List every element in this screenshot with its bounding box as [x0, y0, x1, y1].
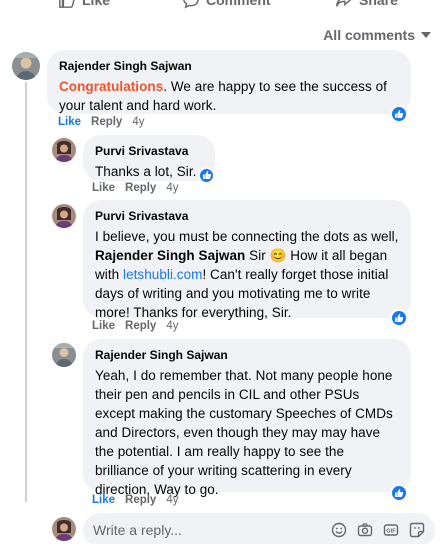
avatar[interactable]: [52, 138, 76, 162]
comment-text: I believe, you must be connecting the do…: [95, 227, 399, 322]
comment-action[interactable]: Comment: [182, 0, 271, 9]
like-button[interactable]: Like: [92, 494, 115, 506]
like-thumb-icon: [202, 171, 212, 179]
avatar[interactable]: [52, 204, 76, 228]
comment-actions: Like Reply 4y: [92, 494, 179, 506]
comment-filter-label: All comments: [323, 27, 415, 43]
thread-line: [25, 82, 27, 502]
chevron-down-icon: [421, 32, 431, 38]
comment-bubble: Rajender Singh Sajwan Congratulations. W…: [47, 50, 411, 114]
like-reaction-badge[interactable]: [390, 484, 408, 502]
comment-text: Thanks a lot, Sir.: [95, 162, 216, 184]
avatar[interactable]: [52, 343, 76, 367]
comment-bubble: Purvi Srivastava Thanks a lot, Sir.: [83, 135, 216, 184]
comment-text: Congratulations. We are happy to see the…: [59, 77, 399, 115]
comment-author[interactable]: Purvi Srivastava: [95, 143, 203, 159]
comment-author[interactable]: Rajender Singh Sajwan: [59, 58, 399, 74]
like-action[interactable]: Like: [58, 0, 110, 9]
comment-action-label: Comment: [206, 0, 271, 8]
comment-actions: Like Reply 4y: [92, 182, 179, 194]
avatar[interactable]: [12, 52, 40, 80]
website-link[interactable]: letshubli.com: [123, 267, 202, 282]
sticker-icon[interactable]: [408, 522, 425, 539]
comment-age[interactable]: 4y: [166, 320, 178, 332]
comment-icon: [183, 0, 199, 9]
comment-text-part: Sir: [245, 248, 270, 263]
avatar: [52, 517, 76, 541]
avatar-purvi-icon: [52, 138, 76, 162]
like-action-label: Like: [82, 0, 111, 8]
svg-text:GIF: GIF: [386, 529, 396, 535]
share-icon: [336, 0, 352, 7]
like-button[interactable]: Like: [58, 116, 81, 128]
like-button[interactable]: Like: [92, 182, 115, 194]
reply-button[interactable]: Reply: [125, 182, 156, 194]
mention-link[interactable]: Rajender Singh Sajwan: [95, 248, 245, 263]
comment-author[interactable]: Purvi Srivastava: [95, 208, 399, 224]
comment-filter-dropdown[interactable]: All comments: [323, 27, 431, 43]
comment-bubble: Purvi Srivastava I believe, you must be …: [83, 200, 411, 320]
like-button[interactable]: Like: [92, 320, 115, 332]
reply-button[interactable]: Reply: [91, 116, 122, 128]
comment-text-part: I believe, you must be connecting the do…: [95, 229, 399, 244]
like-reaction-badge[interactable]: [198, 166, 216, 184]
avatar-purvi-icon: [52, 517, 76, 541]
like-thumb-icon: [395, 110, 404, 118]
comment-text: Yeah, I do remember that. Not many peopl…: [95, 368, 393, 497]
like-thumb-icon: [395, 314, 404, 322]
like-thumb-icon: [395, 489, 404, 497]
comment-age[interactable]: 4y: [166, 182, 178, 194]
gif-icon[interactable]: GIF: [382, 522, 399, 539]
share-action-label: Share: [359, 0, 398, 8]
composer-tools: GIF: [330, 522, 425, 539]
reply-button[interactable]: Reply: [125, 320, 156, 332]
reply-input[interactable]: [93, 522, 330, 538]
like-reaction-badge[interactable]: [390, 105, 408, 123]
smiley-emoji: 😊: [269, 248, 287, 263]
avatar-purvi-icon: [52, 204, 76, 228]
highlighted-text: Congratulations: [59, 79, 164, 94]
share-action[interactable]: Share: [335, 0, 398, 9]
like-reaction-badge[interactable]: [390, 309, 408, 327]
comment-age[interactable]: 4y: [132, 116, 144, 128]
post-action-bar: Like Comment Share: [0, 0, 443, 9]
comment-actions: Like Reply 4y: [92, 320, 179, 332]
comment-bubble: Rajender Singh Sajwan Yeah, I do remembe…: [83, 339, 411, 497]
reply-button[interactable]: Reply: [125, 494, 156, 506]
comment-text-body: Thanks a lot, Sir.: [95, 164, 197, 179]
camera-icon[interactable]: [356, 522, 373, 539]
comment-age[interactable]: 4y: [166, 494, 178, 506]
like-thumb-icon: [59, 0, 75, 8]
avatar-rajender-icon: [12, 52, 40, 80]
reply-composer: GIF: [83, 513, 435, 544]
comment-actions: Like Reply 4y: [58, 116, 145, 128]
avatar-rajender-icon: [52, 343, 76, 367]
comment-author[interactable]: Rajender Singh Sajwan: [95, 347, 399, 363]
smiley-icon[interactable]: [330, 522, 347, 539]
